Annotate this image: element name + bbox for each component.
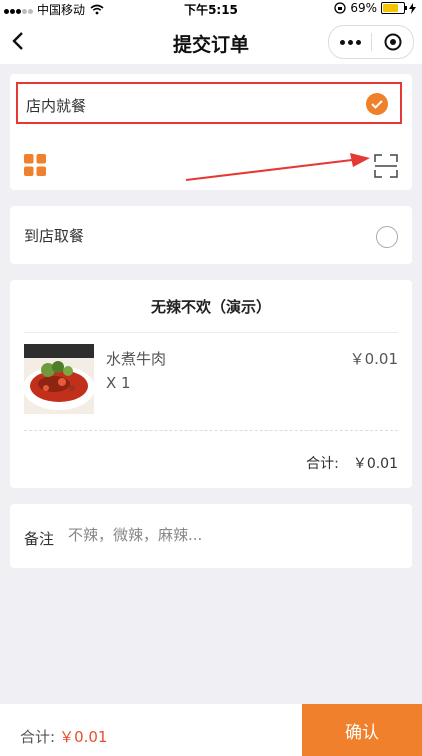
total: 合计: ￥0.01 [20,726,107,747]
total-amount: ￥0.01 [59,728,108,746]
total-label: 合计: [20,728,56,746]
dashed-divider [24,430,398,431]
subtotal: 合计: ￥0.01 [306,453,398,473]
bottom-bar: 合计: ￥0.01 确认 [0,704,422,756]
food-name: 水煮牛肉 [106,350,167,368]
battery-percent: 69% [350,1,377,15]
charging-icon [409,2,416,14]
divider [24,332,398,333]
pickup-label: 到店取餐 [24,227,85,245]
pickup-radio[interactable] [376,226,398,248]
dine-in-card: 店内就餐 [10,74,412,190]
close-capsule-icon[interactable] [372,32,413,52]
food-quantity: X 1 [106,374,131,392]
orientation-lock-icon [334,2,346,14]
pickup-card[interactable]: 到店取餐 [10,206,412,264]
more-icon[interactable] [329,39,371,45]
shop-name: 无辣不欢（演示） [150,298,271,316]
battery-icon [381,2,407,14]
remark-input[interactable] [66,520,400,550]
arrow-annotation-icon [185,153,370,181]
subtotal-label: 合计: [306,456,339,472]
subtotal-amount: ￥0.01 [352,456,398,472]
navigation-bar: 提交订单 [0,18,422,64]
remark-card: 备注 [10,504,412,568]
remark-label: 备注 [24,530,55,548]
status-bar: 中国移动 下午5:15 69% [0,0,422,18]
confirm-button[interactable]: 确认 [302,704,422,756]
miniprogram-capsule [328,25,414,59]
food-price: ￥0.01 [349,350,398,368]
order-card: 无辣不欢（演示） 水煮牛肉 X 1 ￥0.01 合计: ￥0.01 [10,280,412,488]
food-image [24,344,94,414]
